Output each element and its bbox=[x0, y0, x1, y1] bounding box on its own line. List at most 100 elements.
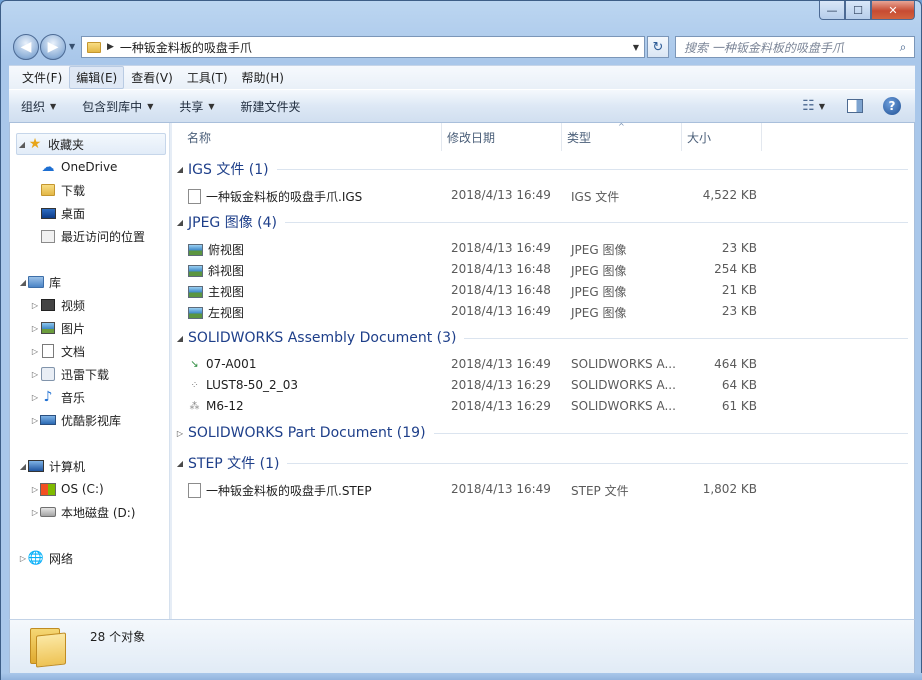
menu-file[interactable]: 文件(F) bbox=[15, 66, 69, 89]
tree-item-videos[interactable]: ▷ 视频 bbox=[30, 294, 85, 316]
group-header-igs[interactable]: ◢ IGS 文件 (1) bbox=[172, 158, 908, 180]
image-file-icon bbox=[188, 285, 203, 298]
tree-favorites[interactable]: ◢ ★ 收藏夹 bbox=[16, 133, 166, 155]
view-options-dropdown-icon[interactable]: ▼ bbox=[819, 102, 825, 111]
tree-item-recent-places[interactable]: 最近访问的位置 bbox=[40, 225, 145, 247]
refresh-button[interactable]: ↻ bbox=[647, 36, 669, 58]
file-row[interactable]: 俯视图 2018/4/13 16:49 JPEG 图像 23 KB bbox=[188, 238, 908, 259]
menu-help[interactable]: 帮助(H) bbox=[235, 66, 291, 89]
help-icon[interactable]: ? bbox=[883, 97, 901, 115]
address-bar[interactable]: ▶ 一种钣金料板的吸盘手爪 ▼ bbox=[81, 36, 645, 58]
chevron-down-icon: ▼ bbox=[69, 42, 76, 51]
recent-pages-dropdown[interactable]: ▼ bbox=[69, 42, 75, 51]
expander-icon[interactable]: ▷ bbox=[30, 416, 40, 425]
file-row[interactable]: ↘ 07-A001 2018/4/13 16:49 SOLIDWORKS A...… bbox=[188, 354, 908, 375]
column-header-size[interactable]: 大小 bbox=[682, 123, 762, 151]
group-header-jpeg[interactable]: ◢ JPEG 图像 (4) bbox=[172, 211, 908, 233]
file-row[interactable]: 主视图 2018/4/13 16:48 JPEG 图像 21 KB bbox=[188, 280, 908, 301]
expander-icon[interactable]: ◢ bbox=[18, 278, 28, 287]
collapse-icon[interactable]: ◢ bbox=[172, 218, 188, 227]
search-placeholder[interactable]: 搜索 一种钣金料板的吸盘手爪 bbox=[684, 39, 892, 56]
tree-item-os-drive[interactable]: ▷ OS (C:) bbox=[30, 478, 104, 500]
file-row[interactable]: ⁘ LUST8-50_2_03 2018/4/13 16:29 SOLIDWORK… bbox=[188, 375, 908, 396]
group-header-solidworks-assembly[interactable]: ◢ SOLIDWORKS Assembly Document (3) bbox=[172, 327, 908, 349]
group-divider bbox=[433, 432, 908, 434]
forward-button[interactable]: ▶ bbox=[40, 34, 66, 60]
tree-item-downloads[interactable]: 下载 bbox=[40, 179, 85, 201]
file-row[interactable]: 一种钣金料板的吸盘手爪.STEP 2018/4/13 16:49 STEP 文件… bbox=[188, 479, 908, 500]
maximize-button[interactable]: ☐ bbox=[845, 1, 871, 20]
share-button[interactable]: 共享 ▼ bbox=[179, 98, 214, 115]
file-size: 1,802 KB bbox=[702, 482, 757, 496]
file-row[interactable]: 一种钣金料板的吸盘手爪.IGS 2018/4/13 16:49 IGS 文件 4… bbox=[188, 185, 908, 206]
collapse-icon[interactable]: ◢ bbox=[172, 334, 188, 343]
new-folder-button[interactable]: 新建文件夹 bbox=[241, 98, 301, 115]
expander-icon[interactable]: ▷ bbox=[30, 347, 40, 356]
close-icon: ✕ bbox=[888, 3, 898, 17]
chevron-down-icon: ▼ bbox=[208, 101, 215, 111]
file-type: SOLIDWORKS A... bbox=[571, 378, 676, 392]
file-type: SOLIDWORKS A... bbox=[571, 399, 676, 413]
navigation-pane[interactable]: ◢ ★ 收藏夹 ☁ OneDrive 下载 桌面 最近访问的位置 ◢ 库 ▷ 视… bbox=[10, 123, 170, 619]
hard-drive-icon bbox=[40, 505, 56, 519]
back-button[interactable]: ◀ bbox=[13, 34, 39, 60]
menu-tools[interactable]: 工具(T) bbox=[180, 66, 235, 89]
document-library-icon bbox=[40, 344, 56, 358]
organize-button[interactable]: 组织 ▼ bbox=[21, 98, 56, 115]
expand-icon[interactable]: ▷ bbox=[172, 429, 188, 438]
include-in-library-button[interactable]: 包含到库中 ▼ bbox=[82, 98, 153, 115]
tree-item-onedrive[interactable]: ☁ OneDrive bbox=[40, 156, 118, 178]
file-size: 23 KB bbox=[721, 304, 757, 318]
search-input[interactable]: 搜索 一种钣金料板的吸盘手爪 ⌕ bbox=[675, 36, 915, 58]
expander-icon[interactable]: ▷ bbox=[30, 508, 40, 517]
view-details-icon[interactable]: ☷ bbox=[802, 98, 815, 114]
expander-icon[interactable]: ▷ bbox=[30, 393, 40, 402]
file-row[interactable]: ⁂ M6-12 2018/4/13 16:29 SOLIDWORKS A... 6… bbox=[188, 396, 908, 417]
file-list[interactable]: 名称 修改日期 类型 ^ 大小 ◢ IGS 文件 (1) 一种钣金料板的吸盘手爪… bbox=[172, 122, 914, 619]
tree-network[interactable]: ▷ 🌐 网络 bbox=[18, 547, 73, 569]
tree-libraries[interactable]: ◢ 库 bbox=[18, 271, 61, 293]
expander-icon[interactable]: ◢ bbox=[17, 140, 27, 149]
tree-item-pictures[interactable]: ▷ 图片 bbox=[30, 317, 85, 339]
tree-item-thunder-downloads[interactable]: ▷ 迅雷下载 bbox=[30, 363, 109, 385]
search-icon[interactable]: ⌕ bbox=[892, 40, 914, 55]
tree-item-local-disk-d[interactable]: ▷ 本地磁盘 (D:) bbox=[30, 501, 136, 523]
maximize-icon: ☐ bbox=[853, 3, 863, 17]
expander-icon[interactable]: ▷ bbox=[18, 554, 28, 563]
library-icon bbox=[28, 275, 44, 289]
preview-pane-icon[interactable] bbox=[847, 99, 863, 113]
column-header-date[interactable]: 修改日期 bbox=[442, 123, 562, 151]
expander-icon[interactable]: ▷ bbox=[30, 301, 40, 310]
close-button[interactable]: ✕ bbox=[871, 1, 915, 20]
expander-icon[interactable]: ▷ bbox=[30, 370, 40, 379]
expander-icon[interactable]: ▷ bbox=[30, 324, 40, 333]
file-row[interactable]: 左视图 2018/4/13 16:49 JPEG 图像 23 KB bbox=[188, 301, 908, 322]
collapse-icon[interactable]: ◢ bbox=[172, 165, 188, 174]
breadcrumb-current-folder[interactable]: 一种钣金料板的吸盘手爪 bbox=[120, 39, 628, 56]
collapse-icon[interactable]: ◢ bbox=[172, 459, 188, 468]
tree-computer[interactable]: ◢ 计算机 bbox=[18, 455, 85, 477]
menu-edit[interactable]: 编辑(E) bbox=[69, 66, 125, 89]
expander-icon[interactable]: ◢ bbox=[18, 462, 28, 471]
tree-item-desktop[interactable]: 桌面 bbox=[40, 202, 85, 224]
tree-item-music[interactable]: ▷ ♪ 音乐 bbox=[30, 386, 85, 408]
group-header-step[interactable]: ◢ STEP 文件 (1) bbox=[172, 452, 908, 474]
content-area: ◢ ★ 收藏夹 ☁ OneDrive 下载 桌面 最近访问的位置 ◢ 库 ▷ 视… bbox=[9, 122, 915, 619]
file-date: 2018/4/13 16:49 bbox=[451, 188, 551, 202]
column-header-type[interactable]: 类型 ^ bbox=[562, 122, 682, 151]
address-dropdown-icon[interactable]: ▼ bbox=[628, 43, 644, 52]
file-type: JPEG 图像 bbox=[571, 243, 627, 257]
breadcrumb-separator-icon[interactable]: ▶ bbox=[107, 42, 114, 52]
file-name: 俯视图 bbox=[208, 243, 245, 257]
column-header-name[interactable]: 名称 bbox=[182, 123, 442, 151]
minimize-button[interactable]: — bbox=[819, 1, 845, 20]
file-row[interactable]: 斜视图 2018/4/13 16:48 JPEG 图像 254 KB bbox=[188, 259, 908, 280]
group-header-solidworks-part[interactable]: ▷ SOLIDWORKS Part Document (19) bbox=[172, 422, 908, 444]
expander-icon[interactable]: ▷ bbox=[30, 485, 40, 494]
menu-view[interactable]: 查看(V) bbox=[124, 66, 180, 89]
address-row: ◀ ▶ ▼ ▶ 一种钣金料板的吸盘手爪 ▼ ↻ 搜索 一种钣金料板的吸盘手爪 ⌕ bbox=[9, 31, 915, 61]
view-controls: ☷ ▼ ? bbox=[802, 97, 901, 115]
tree-item-documents[interactable]: ▷ 文档 bbox=[30, 340, 85, 362]
organize-label: 组织 bbox=[21, 99, 46, 114]
tree-item-youku-library[interactable]: ▷ 优酷影视库 bbox=[30, 409, 121, 431]
